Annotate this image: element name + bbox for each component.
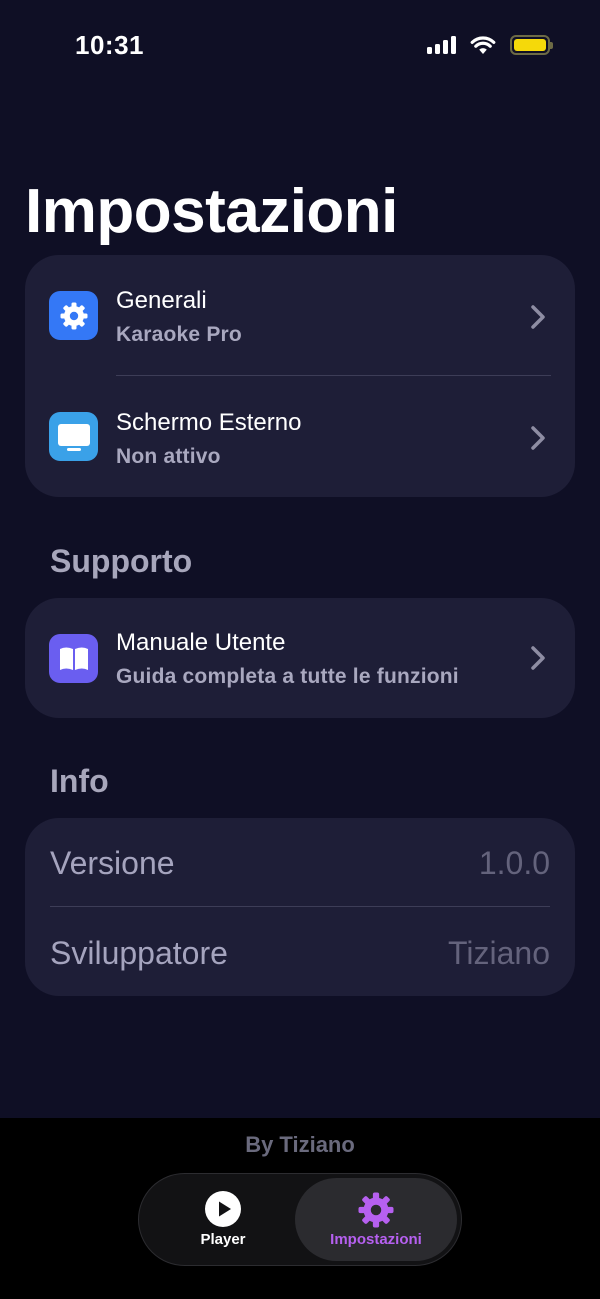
tab-impostazioni[interactable]: Impostazioni [295, 1178, 457, 1261]
display-icon [49, 412, 98, 461]
section-header-supporto: Supporto [50, 543, 193, 579]
row-subtitle: Karaoke Pro [116, 323, 242, 346]
chevron-right-icon [531, 305, 545, 329]
play-icon [205, 1191, 241, 1227]
status-icons [427, 32, 553, 58]
settings-row-manuale-utente[interactable]: Manuale Utente Guida completa a tutte le… [25, 598, 575, 718]
tab-bar: Player Impostazioni [138, 1173, 462, 1266]
section-header-info: Info [50, 763, 109, 799]
info-row-versione: Versione 1.0.0 [25, 818, 575, 906]
chevron-right-icon [531, 426, 545, 450]
battery-icon [510, 35, 553, 55]
settings-row-schermo-esterno[interactable]: Schermo Esterno Non attivo [25, 376, 575, 497]
support-card: Manuale Utente Guida completa a tutte le… [25, 598, 575, 718]
general-settings-card: Generali Karaoke Pro Schermo Esterno Non… [25, 255, 575, 497]
row-subtitle: Guida completa a tutte le funzioni [116, 665, 459, 688]
status-bar: 10:31 [0, 0, 600, 90]
info-row-sviluppatore: Sviluppatore Tiziano [25, 907, 575, 996]
tab-player[interactable]: Player [139, 1174, 307, 1264]
book-icon [49, 634, 98, 683]
wifi-icon [470, 36, 496, 54]
gear-icon [49, 291, 98, 340]
byline: By Tiziano [245, 1132, 355, 1157]
tab-label: Impostazioni [330, 1231, 422, 1248]
page-title: Impostazioni [25, 177, 398, 246]
tab-label: Player [200, 1231, 246, 1248]
chevron-right-icon [531, 646, 545, 670]
info-label: Sviluppatore [50, 935, 228, 971]
info-value: 1.0.0 [478, 845, 550, 881]
cellular-signal-icon [427, 36, 456, 54]
info-value: Tiziano [448, 935, 550, 971]
settings-row-generali[interactable]: Generali Karaoke Pro [25, 255, 575, 375]
gear-icon [358, 1192, 394, 1228]
status-time: 10:31 [75, 30, 144, 60]
row-title: Schermo Esterno [116, 409, 302, 436]
info-card: Versione 1.0.0 Sviluppatore Tiziano [25, 818, 575, 996]
info-label: Versione [50, 845, 175, 881]
row-title: Generali [116, 287, 207, 314]
bottom-bar: By Tiziano Player Impostazioni [0, 1118, 600, 1299]
row-subtitle: Non attivo [116, 445, 221, 468]
row-title: Manuale Utente [116, 629, 286, 656]
